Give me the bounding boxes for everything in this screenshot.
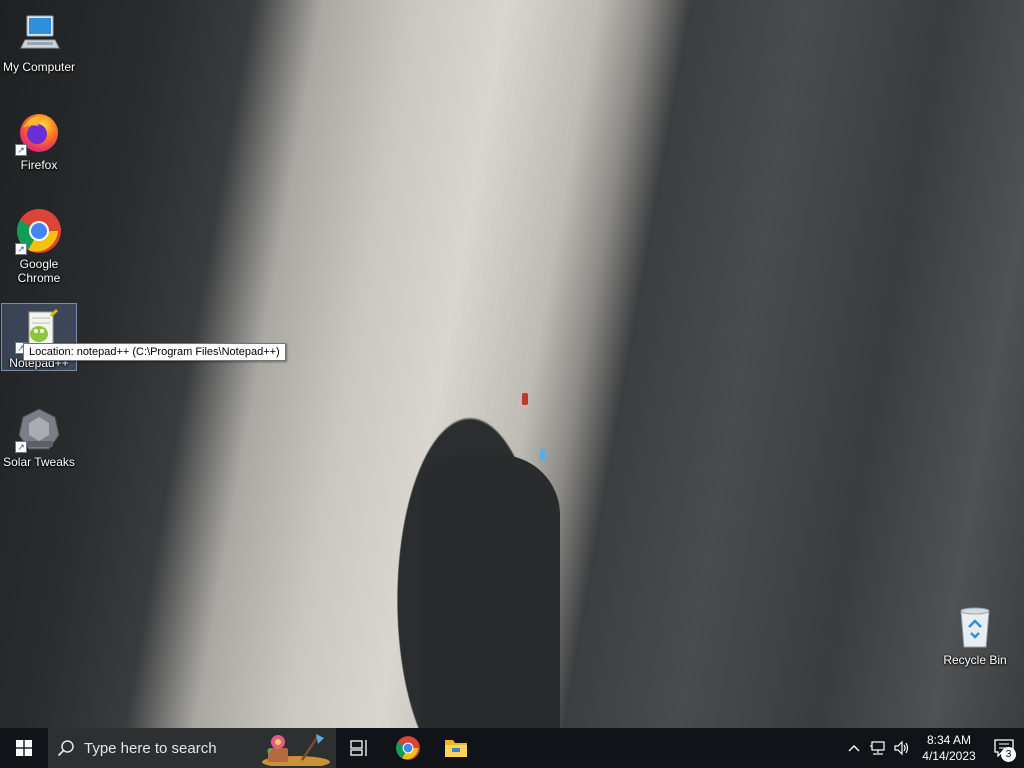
recycle-bin-icon [951,603,999,651]
desktop-icon-recycle-bin[interactable]: Recycle Bin [937,601,1013,667]
desktop[interactable]: My Computer ↗ Firefox ↗ Google Chrome ↗ … [0,0,1024,728]
action-center-button[interactable]: 3 [984,728,1024,768]
desktop-icon-label: Recycle Bin [943,653,1007,667]
windows-logo-icon [16,740,32,756]
wallpaper-climber [540,449,546,461]
search-placeholder: Type here to search [84,739,217,757]
shortcut-arrow-icon: ↗ [15,243,27,255]
network-icon[interactable] [866,728,890,768]
search-icon [48,739,84,757]
wallpaper-rock [420,455,560,728]
solar-tweaks-icon: ↗ [15,405,63,453]
desktop-icon-my-computer[interactable]: My Computer [1,8,77,74]
taskbar-chrome-button[interactable] [384,728,432,768]
clock-date: 4/14/2023 [922,749,976,763]
chrome-icon: ↗ [15,207,63,255]
taskbar-search-box[interactable]: Type here to search [48,728,336,768]
show-hidden-icons-chevron-icon[interactable] [842,728,866,768]
wallpaper-climber [522,393,528,405]
volume-icon[interactable] [890,728,914,768]
taskbar-clock[interactable]: 8:34 AM 4/14/2023 [914,732,984,764]
search-highlight-art-icon [258,730,330,768]
firefox-icon: ↗ [15,108,63,156]
desktop-icon-solar-tweaks[interactable]: ↗ Solar Tweaks [1,403,77,469]
file-explorer-icon [445,740,467,757]
desktop-icon-google-chrome[interactable]: ↗ Google Chrome [1,205,77,285]
task-view-icon [350,740,367,756]
shortcut-arrow-icon: ↗ [15,441,27,453]
desktop-icon-firefox[interactable]: ↗ Firefox [1,106,77,172]
start-button[interactable] [0,728,48,768]
desktop-icon-label: Google Chrome [17,257,61,285]
desktop-icon-label: Firefox [20,158,58,172]
computer-icon [15,10,63,58]
location-tooltip: Location: notepad++ (C:\Program Files\No… [23,343,286,361]
system-tray: 8:34 AM 4/14/2023 3 [842,728,1024,768]
taskbar-file-explorer-button[interactable] [432,728,480,768]
clock-time: 8:34 AM [926,733,972,747]
shortcut-arrow-icon: ↗ [15,144,27,156]
notification-count-badge: 3 [1001,747,1016,762]
task-view-button[interactable] [336,728,384,768]
chrome-icon [396,736,420,760]
desktop-icon-label: Solar Tweaks [3,455,75,469]
desktop-icon-label: My Computer [2,60,76,74]
taskbar: Type here to search 8:34 AM 4/14/2023 3 [0,728,1024,768]
